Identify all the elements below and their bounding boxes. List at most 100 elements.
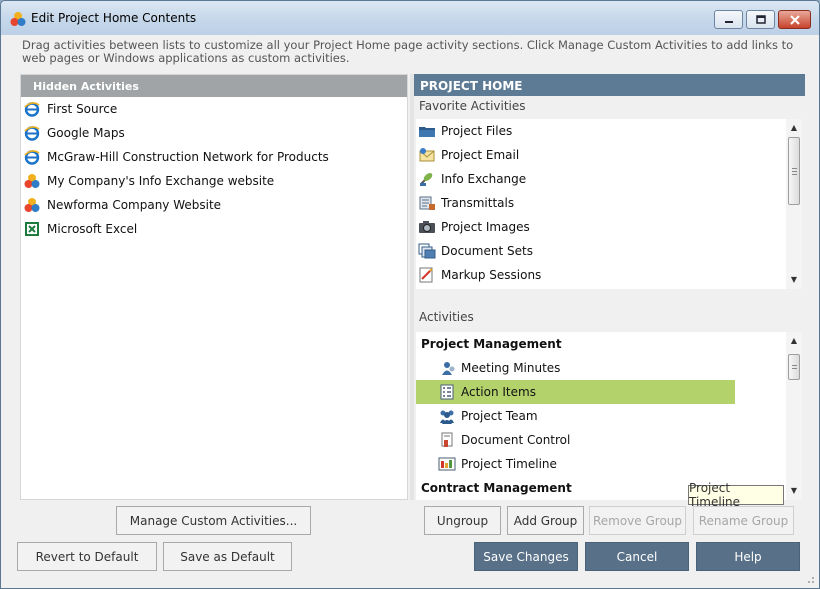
favorite-item-label: Project Files: [441, 124, 513, 138]
favorite-activities-list[interactable]: Project Files Project Email Info Exchange T…: [416, 119, 802, 289]
meeting-icon: [438, 360, 456, 376]
scroll-down-icon[interactable]: ▼: [786, 484, 802, 498]
favorite-item[interactable]: Document Sets: [416, 239, 802, 263]
favorite-item-label: Markup Sessions: [441, 268, 542, 282]
help-label: Help: [734, 549, 762, 564]
close-button[interactable]: [778, 10, 811, 29]
activity-group-header[interactable]: Project Management: [416, 332, 802, 356]
manage-custom-activities-label: Manage Custom Activities...: [129, 513, 298, 528]
scroll-up-icon[interactable]: ▲: [786, 334, 802, 348]
list-item-label: First Source: [47, 102, 118, 116]
scroll-up-icon[interactable]: ▲: [786, 121, 802, 135]
document-sets-icon: [418, 243, 436, 259]
timeline-icon: [438, 456, 456, 472]
favorite-activities-label: Favorite Activities: [419, 99, 526, 113]
favorite-item[interactable]: Project Email: [416, 143, 802, 167]
list-item[interactable]: Google Maps: [21, 121, 407, 145]
list-item-label: McGraw-Hill Construction Network for Pro…: [47, 150, 329, 164]
ie-icon: [24, 101, 40, 117]
remove-group-button[interactable]: Remove Group: [589, 506, 686, 535]
activity-item[interactable]: Project Timeline: [416, 452, 735, 476]
activity-item-label: Project Team: [461, 409, 538, 423]
list-item[interactable]: Microsoft Excel: [21, 217, 407, 241]
activity-item[interactable]: Project Team: [416, 404, 735, 428]
cancel-button[interactable]: Cancel: [585, 542, 689, 571]
checklist-icon: [438, 384, 456, 400]
list-item[interactable]: First Source: [21, 97, 407, 121]
dialog-window: Edit Project Home Contents Drag activiti…: [0, 0, 820, 589]
favorite-item[interactable]: Transmittals: [416, 191, 802, 215]
markup-icon: [418, 267, 436, 283]
maximize-button[interactable]: [746, 10, 775, 29]
activities-scrollbar[interactable]: ▲ ▼: [786, 332, 802, 500]
activity-item[interactable]: Meeting Minutes: [416, 356, 735, 380]
document-control-icon: [438, 432, 456, 448]
maximize-icon: [755, 14, 766, 24]
save-as-default-label: Save as Default: [180, 549, 275, 564]
activity-item-label: Meeting Minutes: [461, 361, 561, 375]
window-title: Edit Project Home Contents: [31, 11, 197, 25]
transmittal-icon: [418, 195, 436, 211]
remove-group-label: Remove Group: [592, 513, 683, 528]
list-item-label: Google Maps: [47, 126, 125, 140]
add-group-label: Add Group: [513, 513, 578, 528]
tooltip: Project Timeline: [688, 481, 784, 509]
scroll-down-icon[interactable]: ▼: [786, 273, 802, 287]
satellite-icon: [418, 171, 436, 187]
newforma-icon: [24, 173, 40, 189]
rename-group-button[interactable]: Rename Group: [693, 506, 794, 535]
list-item-label: My Company's Info Exchange website: [47, 174, 275, 188]
ie-icon: [24, 125, 40, 141]
favorites-scrollbar[interactable]: ▲ ▼: [786, 119, 802, 289]
scroll-thumb[interactable]: [788, 137, 800, 205]
help-button[interactable]: Help: [696, 542, 800, 571]
team-icon: [438, 408, 456, 424]
activity-item[interactable]: Document Control: [416, 428, 735, 452]
save-as-default-button[interactable]: Save as Default: [163, 542, 292, 571]
activity-item[interactable]: Action Items: [416, 380, 735, 404]
favorite-item-label: Transmittals: [441, 196, 515, 210]
manage-custom-activities-button[interactable]: Manage Custom Activities...: [116, 506, 311, 535]
list-item[interactable]: Newforma Company Website: [21, 193, 407, 217]
activities-list[interactable]: Project Management Meeting Minutes Action …: [416, 332, 802, 500]
close-icon: [789, 14, 800, 25]
rename-group-label: Rename Group: [698, 513, 789, 528]
favorite-item-label: Document Sets: [441, 244, 533, 258]
newforma-logo-icon: [10, 12, 26, 26]
ungroup-label: Ungroup: [436, 513, 489, 528]
project-home-header: PROJECT HOME: [414, 74, 805, 96]
folder-icon: [418, 123, 436, 139]
scroll-thumb[interactable]: [788, 354, 800, 380]
minimize-button[interactable]: [714, 10, 743, 29]
save-changes-label: Save Changes: [483, 549, 569, 564]
cancel-label: Cancel: [616, 549, 658, 564]
ie-icon: [24, 149, 40, 165]
activities-label: Activities: [419, 310, 474, 324]
add-group-button[interactable]: Add Group: [507, 506, 584, 535]
instructions-text: Drag activities between lists to customi…: [22, 38, 794, 65]
title-bar[interactable]: Edit Project Home Contents: [1, 1, 819, 35]
camera-icon: [418, 219, 436, 235]
list-item[interactable]: McGraw-Hill Construction Network for Pro…: [21, 145, 407, 169]
favorite-item-label: Info Exchange: [441, 172, 527, 186]
revert-to-default-label: Revert to Default: [35, 549, 139, 564]
ungroup-button[interactable]: Ungroup: [424, 506, 501, 535]
resize-grip-icon[interactable]: [805, 574, 815, 584]
list-item[interactable]: My Company's Info Exchange website: [21, 169, 407, 193]
hidden-activities-list[interactable]: Hidden Activities First Source Google Map…: [20, 74, 408, 500]
favorite-item-label: Project Email: [441, 148, 520, 162]
favorite-item[interactable]: Markup Sessions: [416, 263, 802, 287]
favorite-item[interactable]: Project Files: [416, 119, 802, 143]
newforma-icon: [24, 197, 40, 213]
activity-item-label: Document Control: [461, 433, 571, 447]
list-item-label: Microsoft Excel: [47, 222, 138, 236]
revert-to-default-button[interactable]: Revert to Default: [17, 542, 157, 571]
email-icon: [418, 147, 436, 163]
save-changes-button[interactable]: Save Changes: [474, 542, 578, 571]
panel-splitter[interactable]: [410, 74, 414, 500]
favorite-item[interactable]: Info Exchange: [416, 167, 802, 191]
excel-icon: [24, 221, 40, 237]
favorite-item[interactable]: Project Images: [416, 215, 802, 239]
minimize-icon: [724, 20, 733, 23]
list-item-label: Newforma Company Website: [47, 198, 222, 212]
